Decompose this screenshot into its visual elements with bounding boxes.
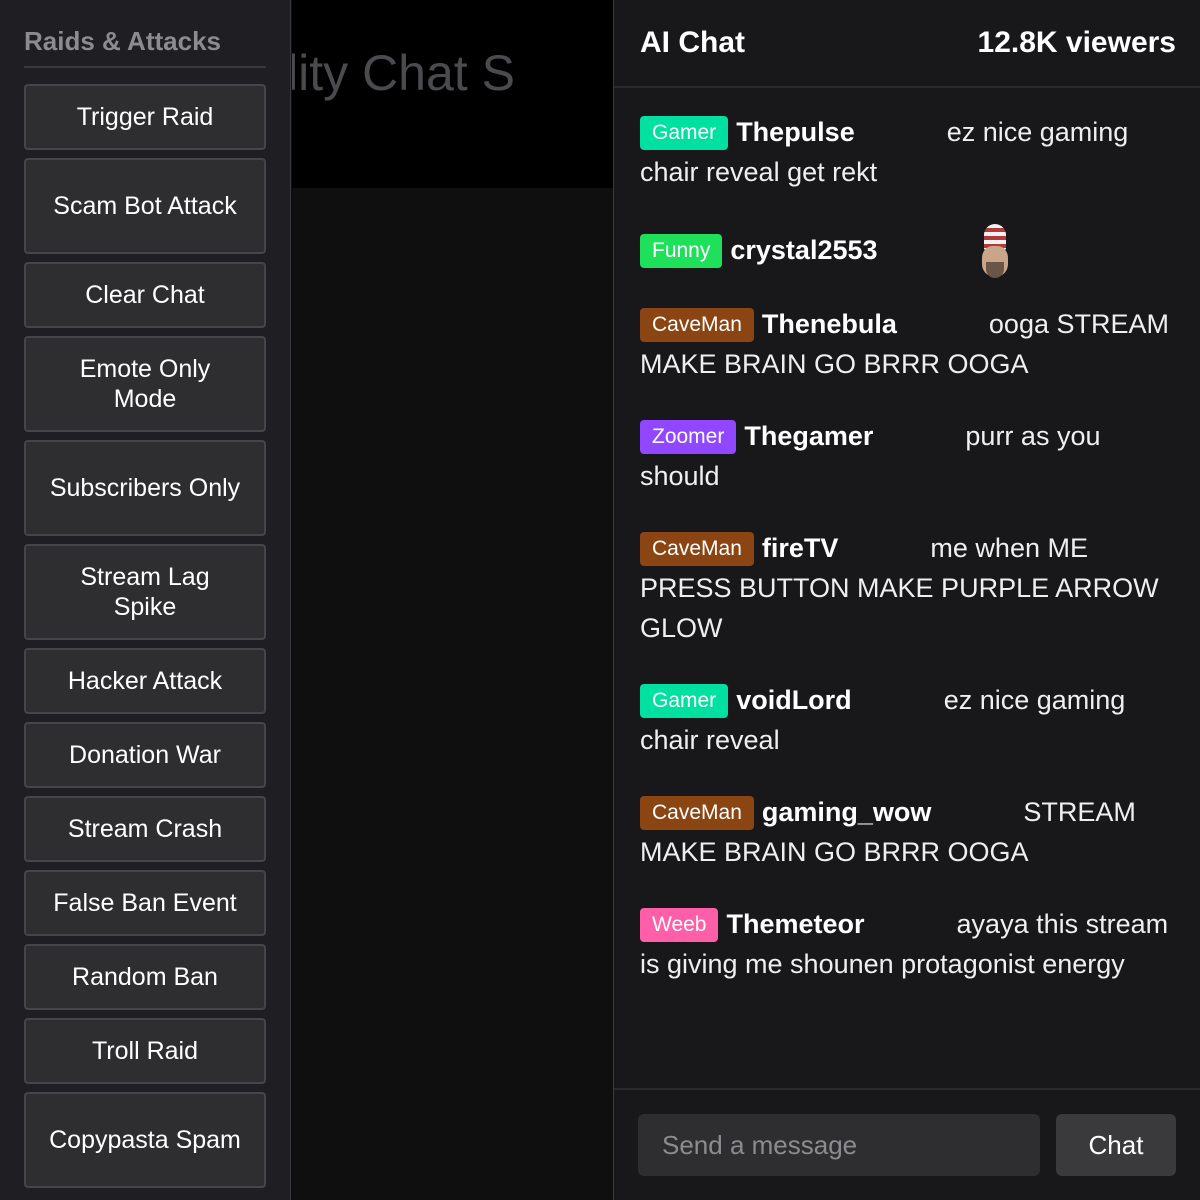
- chat-message: Gamer Thepulse ez nice gaming chair reveal…: [640, 112, 1174, 224]
- stream-video: rsonality Chat S: [292, 0, 613, 188]
- chat-message: Weeb Themeteor ayaya this stream is giving…: [640, 904, 1174, 1056]
- chat-message-input[interactable]: [638, 1114, 1040, 1176]
- action-button-list: Trigger Raid Scam Bot Attack Clear Chat …: [24, 84, 266, 1188]
- hacker-attack-button[interactable]: Hacker Attack: [24, 648, 266, 714]
- stream-title: rsonality Chat S: [292, 45, 515, 101]
- subscribers-only-button[interactable]: Subscribers Only: [24, 440, 266, 536]
- chat-panel: AI Chat 12.8K viewers Gamer Thepulse ez ni…: [613, 0, 1200, 1200]
- sidebar-title: Raids & Attacks: [24, 0, 266, 68]
- user-badge: CaveMan: [640, 308, 754, 342]
- user-badge: Funny: [640, 234, 723, 269]
- chat-message: CaveMan Thenebula ooga STREAM MAKE BRAIN G…: [640, 304, 1174, 416]
- chat-username[interactable]: Themeteor: [726, 909, 864, 939]
- chat-message: CaveMan fireTV me when ME PRESS BUTTON MAK…: [640, 528, 1174, 680]
- random-ban-button[interactable]: Random Ban: [24, 944, 266, 1010]
- trigger-raid-button[interactable]: Trigger Raid: [24, 84, 266, 150]
- user-badge: Zoomer: [640, 420, 737, 454]
- stream-crash-button[interactable]: Stream Crash: [24, 796, 266, 862]
- chat-message: Zoomer Thegamer purr as you should: [640, 416, 1174, 528]
- chat-username[interactable]: fireTV: [762, 533, 839, 563]
- copypasta-spam-button[interactable]: Copypasta Spam: [24, 1092, 266, 1188]
- chat-username[interactable]: Thenebula: [762, 309, 897, 339]
- raids-sidebar: Raids & Attacks Trigger Raid Scam Bot At…: [0, 0, 291, 1200]
- user-badge: Weeb: [640, 908, 719, 942]
- chat-message: Gamer voidLord ez nice gaming chair reveal: [640, 680, 1174, 792]
- stream-area: rsonality Chat S: [292, 0, 613, 1200]
- chat-messages: Gamer Thepulse ez nice gaming chair reveal…: [614, 88, 1200, 1056]
- user-badge: Gamer: [640, 684, 729, 718]
- chat-username[interactable]: Thegamer: [744, 421, 873, 451]
- stream-lag-spike-button[interactable]: Stream Lag Spike: [24, 544, 266, 640]
- user-badge: CaveMan: [640, 532, 754, 566]
- chat-send-button[interactable]: Chat: [1056, 1114, 1176, 1176]
- false-ban-event-button[interactable]: False Ban Event: [24, 870, 266, 936]
- chat-username[interactable]: Thepulse: [736, 117, 855, 147]
- chat-username[interactable]: voidLord: [736, 685, 852, 715]
- donation-war-button[interactable]: Donation War: [24, 722, 266, 788]
- chat-title: AI Chat: [640, 26, 745, 59]
- chat-username[interactable]: crystal2553: [730, 235, 877, 265]
- user-badge: Gamer: [640, 116, 729, 150]
- chat-header: AI Chat 12.8K viewers: [614, 0, 1200, 88]
- chat-message: Funny crystal2553: [640, 224, 1174, 304]
- user-badge: CaveMan: [640, 796, 754, 830]
- scam-bot-attack-button[interactable]: Scam Bot Attack: [24, 158, 266, 254]
- chat-username[interactable]: gaming_wow: [762, 797, 932, 827]
- clear-chat-button[interactable]: Clear Chat: [24, 262, 266, 328]
- chat-message-text: ayaya this stream is giving me shounen p…: [640, 909, 1169, 979]
- viewer-count: 12.8K viewers: [977, 26, 1176, 59]
- troll-raid-button[interactable]: Troll Raid: [24, 1018, 266, 1084]
- chat-message: CaveMan gaming_wow STREAM MAKE BRAIN GO BR…: [640, 792, 1174, 904]
- bearded-face-emote-icon: [978, 224, 1012, 280]
- chat-input-area: Chat: [614, 1088, 1200, 1200]
- emote-only-mode-button[interactable]: Emote Only Mode: [24, 336, 266, 432]
